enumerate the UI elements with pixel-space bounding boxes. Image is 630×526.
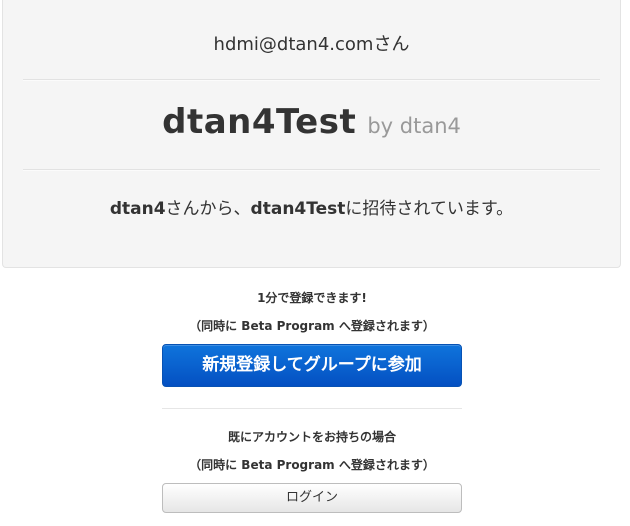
login-caption: 既にアカウントをお持ちの場合	[227, 430, 396, 444]
group-owner: by dtan4	[367, 114, 461, 138]
signup-beta-note: （同時に Beta Program へ登録されます）	[189, 319, 435, 333]
login-beta-note: （同時に Beta Program へ登録されます）	[189, 458, 435, 472]
panel-divider-top	[23, 79, 600, 81]
panel-divider-bottom	[23, 169, 600, 171]
signup-join-group-button[interactable]: 新規登録してグループに参加	[162, 344, 462, 387]
login-button[interactable]: ログイン	[162, 483, 462, 513]
section-divider	[162, 408, 462, 410]
invite-message-part1: さんから、	[165, 199, 251, 219]
invitee-email: hdmi@dtan4.comさん	[213, 34, 410, 55]
group-name: dtan4Test	[162, 102, 357, 142]
invite-panel: hdmi@dtan4.comさん dtan4Test by dtan4 dtan…	[2, 0, 621, 268]
invite-message: dtan4さんから、dtan4Testに招待されています。	[3, 194, 620, 219]
group-title: dtan4Test by dtan4	[3, 102, 620, 142]
signup-caption: 1分で登録できます!	[257, 291, 367, 305]
inviter-name: dtan4	[109, 199, 166, 219]
invited-group-name: dtan4Test	[250, 199, 346, 219]
invite-message-part2: に招待されています。	[345, 199, 514, 219]
